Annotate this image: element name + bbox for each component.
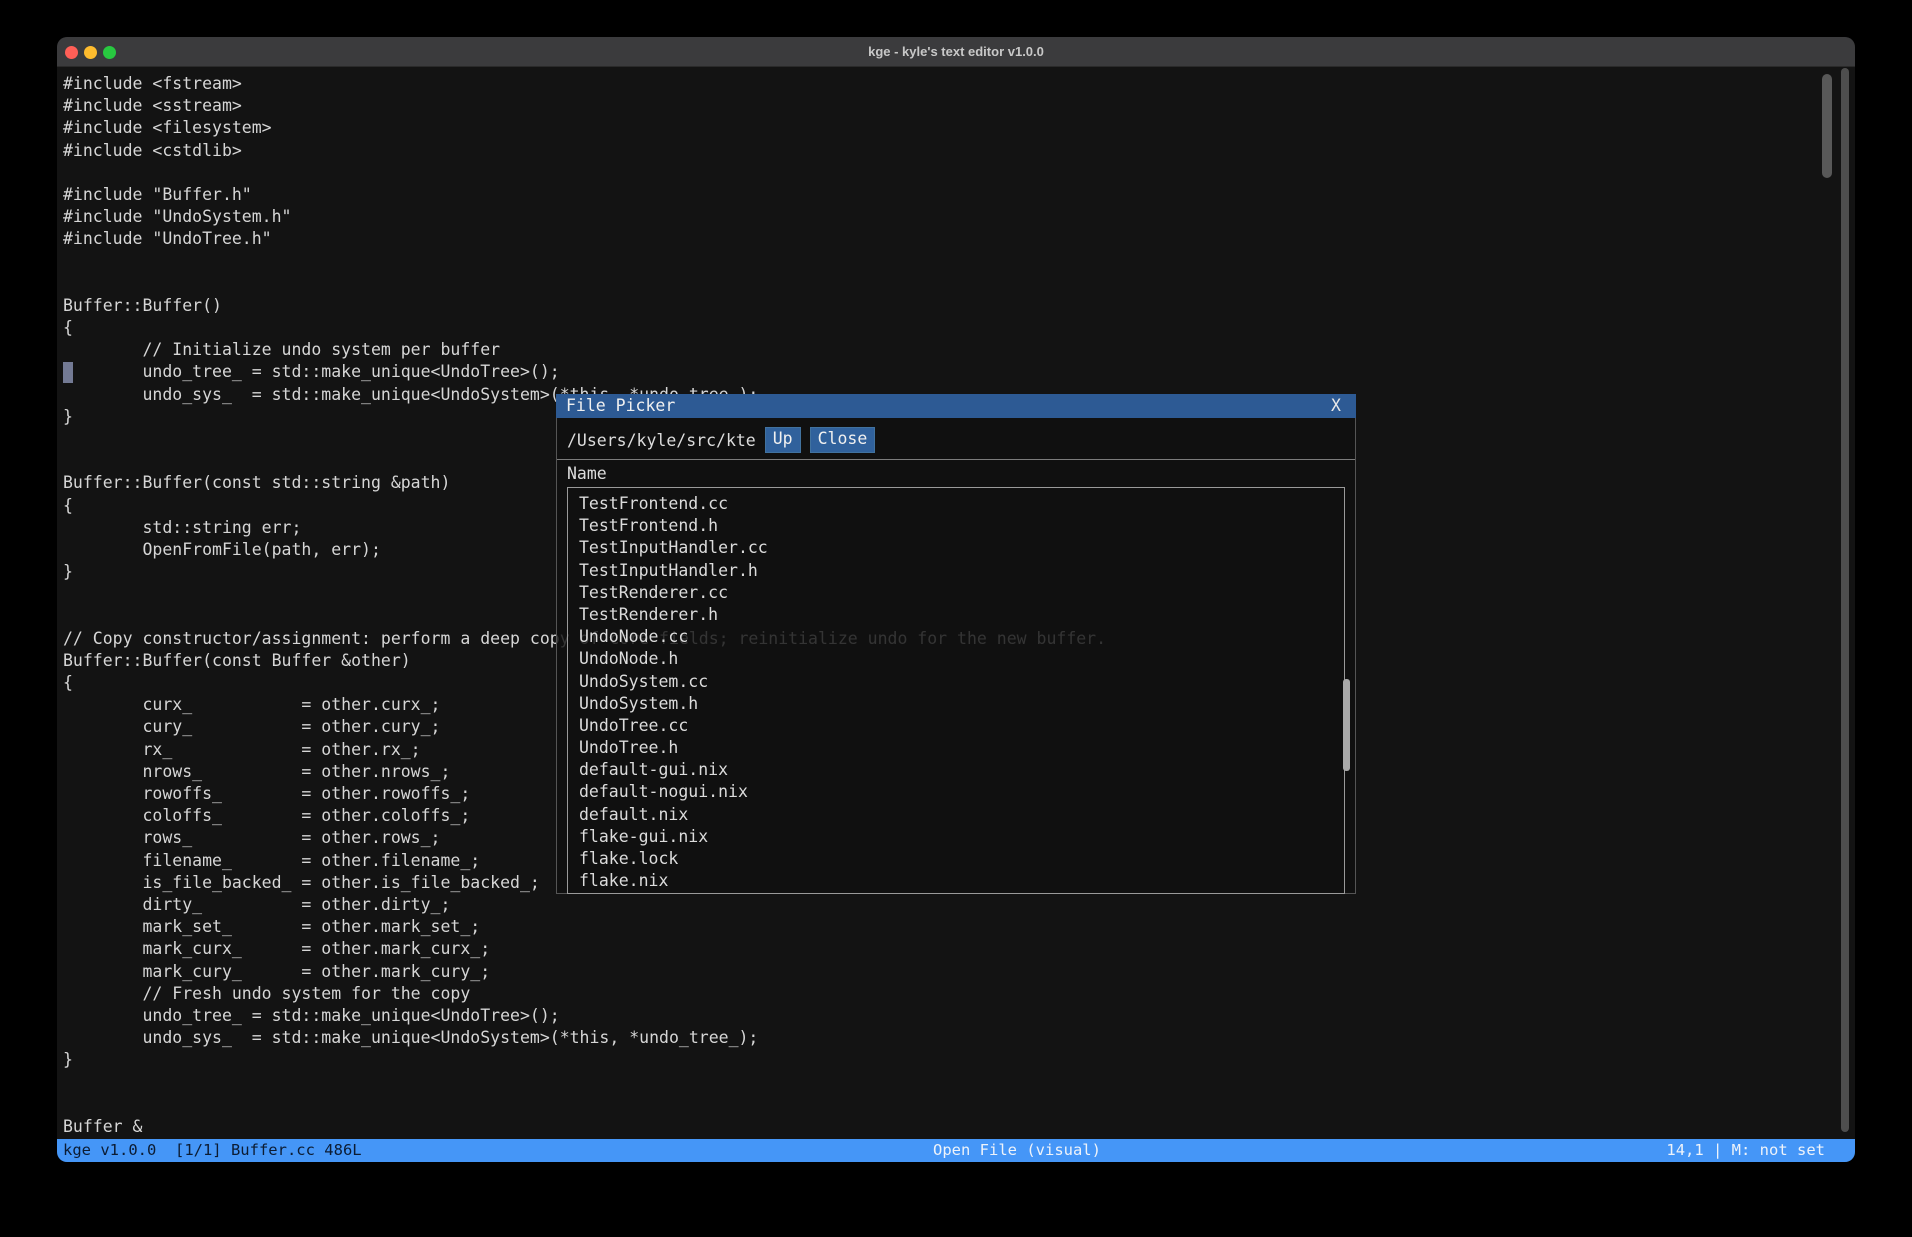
editor-scrollbar-thumb[interactable] — [1822, 74, 1832, 178]
file-list-scrollbar-thumb[interactable] — [1343, 679, 1350, 771]
code-line: // Initialize undo system per buffer — [63, 339, 1106, 361]
separator — [557, 459, 1355, 460]
minimize-window-icon[interactable] — [84, 46, 97, 59]
file-list[interactable]: TestFrontend.ccTestFrontend.hTestInputHa… — [567, 487, 1345, 894]
close-button[interactable]: Close — [810, 427, 876, 453]
file-list-item[interactable]: TestRenderer.h — [568, 604, 1344, 626]
code-line: #include <sstream> — [63, 95, 1106, 117]
editor-scrollbar-track[interactable] — [1841, 68, 1849, 1132]
code-line: mark_cury_ = other.mark_cury_; — [63, 961, 1106, 983]
code-line: #include <cstdlib> — [63, 140, 1106, 162]
file-list-item[interactable]: default-gui.nix — [568, 759, 1344, 781]
code-editor[interactable]: #include <fstream>#include <sstream>#inc… — [57, 67, 1855, 1139]
file-list-item[interactable]: default.nix — [568, 804, 1344, 826]
code-line: #include "UndoTree.h" — [63, 228, 1106, 250]
code-line: mark_curx_ = other.mark_curx_; — [63, 938, 1106, 960]
code-line — [63, 162, 1106, 184]
code-line: Buffer & — [63, 1116, 1106, 1138]
file-list-item[interactable]: TestInputHandler.h — [568, 560, 1344, 582]
code-line: { — [63, 317, 1106, 339]
code-line: undo_tree_ = std::make_unique<UndoTree>(… — [63, 1005, 1106, 1027]
code-line — [63, 251, 1106, 273]
code-line: #include "UndoSystem.h" — [63, 206, 1106, 228]
name-column-header: Name — [567, 464, 607, 483]
text-cursor — [63, 362, 73, 383]
file-list-item[interactable]: flake-gui.nix — [568, 826, 1344, 848]
code-line — [63, 1071, 1106, 1093]
current-path: /Users/kyle/src/kte — [567, 431, 756, 450]
code-line: dirty_ = other.dirty_; — [63, 894, 1106, 916]
code-line: } — [63, 1049, 1106, 1071]
file-list-item[interactable]: TestInputHandler.cc — [568, 537, 1344, 559]
code-line: #include <fstream> — [63, 73, 1106, 95]
status-left: kge v1.0.0 [1/1] Buffer.cc 486L — [63, 1139, 362, 1162]
code-line: // Fresh undo system for the copy — [63, 983, 1106, 1005]
file-list-item[interactable]: UndoSystem.cc — [568, 671, 1344, 693]
file-list-item[interactable]: UndoNode.h — [568, 648, 1344, 670]
dialog-titlebar: File Picker X — [556, 394, 1356, 418]
dialog-body: /Users/kyle/src/kte Up Close Name TestFr… — [556, 418, 1356, 894]
code-line — [63, 273, 1106, 295]
close-window-icon[interactable] — [65, 46, 78, 59]
file-picker-dialog: File Picker X /Users/kyle/src/kte Up Clo… — [556, 394, 1356, 894]
status-mode: Open File (visual) — [933, 1139, 1101, 1162]
window-title: kge - kyle's text editor v1.0.0 — [868, 44, 1044, 59]
code-line: undo_sys_ = std::make_unique<UndoSystem>… — [63, 1027, 1106, 1049]
status-bar: kge v1.0.0 [1/1] Buffer.cc 486L Open Fil… — [57, 1139, 1855, 1162]
dialog-close-icon[interactable]: X — [1326, 394, 1346, 418]
file-list-item[interactable]: UndoTree.cc — [568, 715, 1344, 737]
up-button[interactable]: Up — [765, 427, 801, 453]
file-list-item[interactable]: flake.lock — [568, 848, 1344, 870]
file-list-item[interactable]: default-nogui.nix — [568, 781, 1344, 803]
code-line — [63, 1094, 1106, 1116]
code-line: #include "Buffer.h" — [63, 184, 1106, 206]
zoom-window-icon[interactable] — [103, 46, 116, 59]
file-list-item[interactable]: TestRenderer.cc — [568, 582, 1344, 604]
file-list-item[interactable]: UndoTree.h — [568, 737, 1344, 759]
code-line: Buffer::Buffer() — [63, 295, 1106, 317]
file-list-item[interactable]: UndoSystem.h — [568, 693, 1344, 715]
code-line: mark_set_ = other.mark_set_; — [63, 916, 1106, 938]
file-list-item[interactable]: flake.nix — [568, 870, 1344, 892]
window-titlebar[interactable]: kge - kyle's text editor v1.0.0 — [57, 37, 1855, 67]
code-line: #include <filesystem> — [63, 117, 1106, 139]
app-window: kge - kyle's text editor v1.0.0 #include… — [57, 37, 1855, 1162]
dialog-title: File Picker — [566, 396, 675, 415]
code-line: undo_tree_ = std::make_unique<UndoTree>(… — [63, 361, 1106, 383]
traffic-lights — [65, 37, 116, 67]
file-list-item[interactable]: TestFrontend.h — [568, 515, 1344, 537]
status-cursor-info: 14,1 | M: not set — [1666, 1139, 1825, 1162]
file-list-item[interactable]: TestFrontend.cc — [568, 493, 1344, 515]
path-row: /Users/kyle/src/kte Up Close — [567, 427, 875, 453]
file-list-item[interactable]: UndoNode.cc — [568, 626, 1344, 648]
